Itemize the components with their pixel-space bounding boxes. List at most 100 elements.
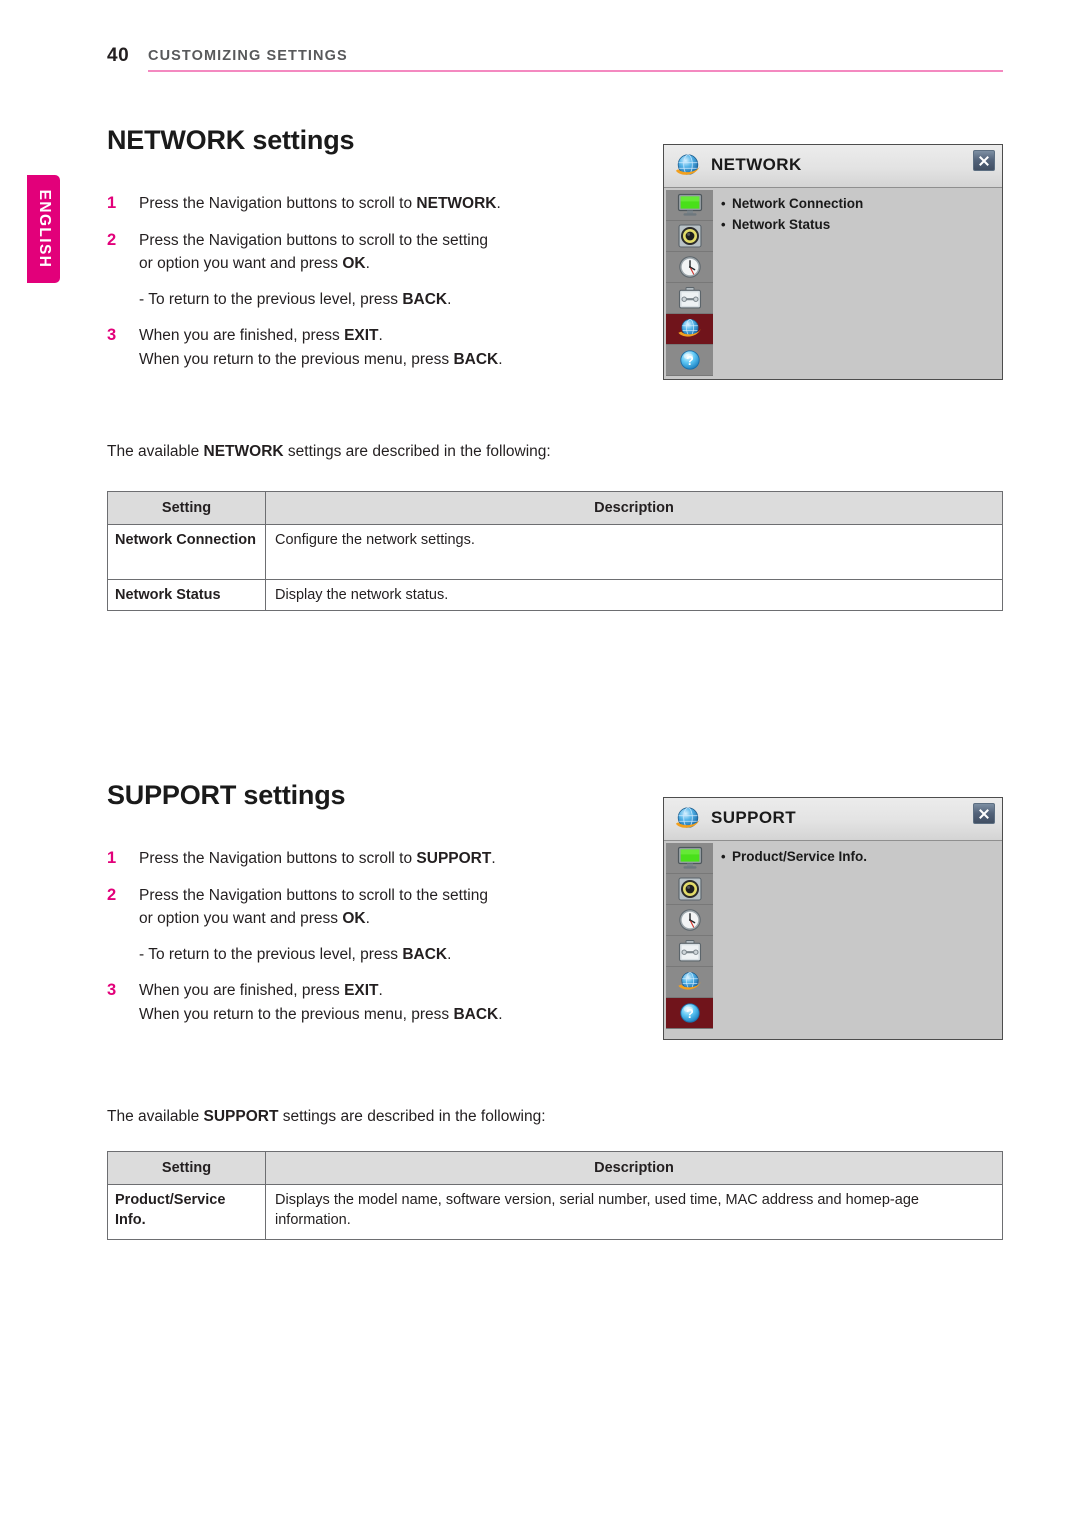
globe-icon (673, 151, 703, 181)
body-text: . (447, 945, 452, 963)
step-line: When you return to the previous menu, pr… (139, 1003, 627, 1027)
table-row: Network Status Display the network status… (107, 579, 1003, 611)
emphasis-text: SUPPORT (203, 1108, 279, 1125)
body-text: . (378, 327, 383, 344)
step-number: 2 (107, 230, 117, 249)
toolbox-options-icon (677, 286, 703, 310)
body-text: . (498, 350, 503, 368)
step-line: Press the Navigation buttons to scroll t… (139, 229, 627, 253)
body-text: - To return to the previous level, press (139, 945, 403, 963)
support-settings-table: Setting Description Product/Service Info.… (107, 1151, 1003, 1240)
emphasis-text: BACK (402, 290, 448, 308)
osd-menu-items: • Network Connection • Network Status (721, 193, 996, 235)
body-text: When you are finished, press (139, 327, 345, 344)
clock-time-icon (677, 908, 703, 932)
close-icon[interactable] (973, 150, 995, 171)
language-tab: ENGLISH (27, 175, 60, 283)
cell-description: Displays the model name, software versio… (265, 1184, 1003, 1240)
bullet-icon: • (721, 849, 726, 864)
body-text: Press the Navigation buttons to scroll t… (139, 231, 488, 249)
globe-icon (673, 804, 703, 834)
body-text: When you return to the previous menu, pr… (139, 1005, 454, 1023)
osd-rail-item-question-help[interactable]: ? (666, 998, 713, 1029)
network-steps-list: 1 Press the Navigation buttons to scroll … (107, 192, 627, 371)
body-text: . (496, 195, 501, 212)
emphasis-text: BACK (402, 945, 448, 963)
body-text: . (491, 850, 496, 867)
step-number: 1 (107, 849, 117, 867)
display-monitor-icon (677, 193, 703, 217)
osd-rail-item-globe-network[interactable] (666, 967, 713, 998)
osd-rail-item-toolbox-options[interactable] (666, 283, 713, 314)
osd-icon-rail: ? (666, 843, 713, 1029)
osd-menu-item-label: Product/Service Info. (732, 849, 868, 864)
emphasis-text: BACK (453, 1005, 499, 1023)
question-help-icon: ? (677, 348, 703, 372)
emphasis-text: EXIT (344, 982, 379, 999)
instruction-step: 2 Press the Navigation buttons to scroll … (107, 229, 627, 312)
osd-rail-item-question-help[interactable]: ? (666, 345, 713, 376)
emphasis-text: EXIT (344, 327, 379, 344)
osd-body: ? • Network Connection • Network Status (664, 188, 1002, 379)
osd-menu-item-label: Network Status (732, 217, 831, 232)
body-text: or option you want and press (139, 910, 343, 927)
body-text: . (447, 290, 452, 308)
osd-rail-item-globe-network[interactable] (666, 314, 713, 345)
close-icon[interactable] (973, 803, 995, 824)
step-line: or option you want and press OK. (139, 252, 627, 276)
emphasis-text: OK (342, 910, 366, 927)
osd-rail-item-toolbox-options[interactable] (666, 936, 713, 967)
instruction-step: 3 When you are finished, press EXIT. When … (107, 979, 627, 1026)
bullet-icon: • (721, 217, 726, 232)
support-available-text: The available SUPPORT settings are descr… (107, 1108, 546, 1126)
osd-title: SUPPORT (711, 808, 796, 827)
body-text: When you are finished, press (139, 982, 345, 999)
running-header-title: CUSTOMIZING SETTINGS (148, 48, 348, 64)
step-line: or option you want and press OK. (139, 907, 627, 931)
step-subnote: - To return to the previous level, press… (139, 288, 627, 312)
osd-rail-item-speaker-audio[interactable] (666, 221, 713, 252)
cell-setting-name: Product/Service Info. (107, 1184, 266, 1240)
osd-menu-item[interactable]: • Network Status (721, 214, 996, 235)
body-text: The available (107, 1108, 204, 1125)
osd-rail-item-display-monitor[interactable] (666, 843, 713, 874)
osd-rail-item-speaker-audio[interactable] (666, 874, 713, 905)
osd-rail-item-display-monitor[interactable] (666, 190, 713, 221)
step-line: When you are finished, press EXIT. (139, 324, 627, 348)
page-header: 40 CUSTOMIZING SETTINGS (0, 0, 1080, 90)
emphasis-text: SUPPORT (416, 850, 492, 867)
osd-body: ? • Product/Service Info. (664, 841, 1002, 1039)
osd-menu-item[interactable]: • Product/Service Info. (721, 846, 996, 867)
column-header-description: Description (265, 491, 1003, 525)
instruction-step: 1 Press the Navigation buttons to scroll … (107, 192, 627, 216)
speaker-audio-icon (677, 224, 703, 248)
emphasis-text: BACK (453, 350, 499, 368)
body-text: - To return to the previous level, press (139, 290, 403, 308)
network-section-heading: NETWORK settings (107, 125, 355, 155)
osd-menu-item[interactable]: • Network Connection (721, 193, 996, 214)
body-text: Press the Navigation buttons to scroll t… (139, 195, 417, 212)
osd-rail-item-clock-time[interactable] (666, 905, 713, 936)
table-header-row: Setting Description (107, 1151, 1003, 1185)
question-help-icon: ? (677, 1001, 703, 1025)
body-text: When you return to the previous menu, pr… (139, 350, 454, 368)
column-header-description: Description (265, 1151, 1003, 1185)
osd-rail-item-clock-time[interactable] (666, 252, 713, 283)
svg-text:?: ? (686, 354, 694, 368)
network-osd-panel: NETWORK ? • Network Connection • Network… (663, 144, 1003, 380)
osd-titlebar: NETWORK (664, 145, 1002, 188)
osd-icon-rail: ? (666, 190, 713, 376)
globe-network-icon (677, 317, 703, 341)
globe-network-icon (677, 970, 703, 994)
emphasis-text: NETWORK (203, 443, 284, 460)
cell-setting-name: Network Status (107, 579, 266, 611)
osd-menu-items: • Product/Service Info. (721, 846, 996, 867)
step-line: Press the Navigation buttons to scroll t… (139, 847, 627, 871)
table-row: Product/Service Info. Displays the model … (107, 1184, 1003, 1240)
body-text: settings are described in the following: (283, 443, 551, 460)
step-line: When you are finished, press EXIT. (139, 979, 627, 1003)
network-available-text: The available NETWORK settings are descr… (107, 443, 551, 461)
instruction-step: 3 When you are finished, press EXIT. When … (107, 324, 627, 371)
header-rule (148, 70, 1003, 72)
cell-setting-name: Network Connection (107, 524, 266, 580)
